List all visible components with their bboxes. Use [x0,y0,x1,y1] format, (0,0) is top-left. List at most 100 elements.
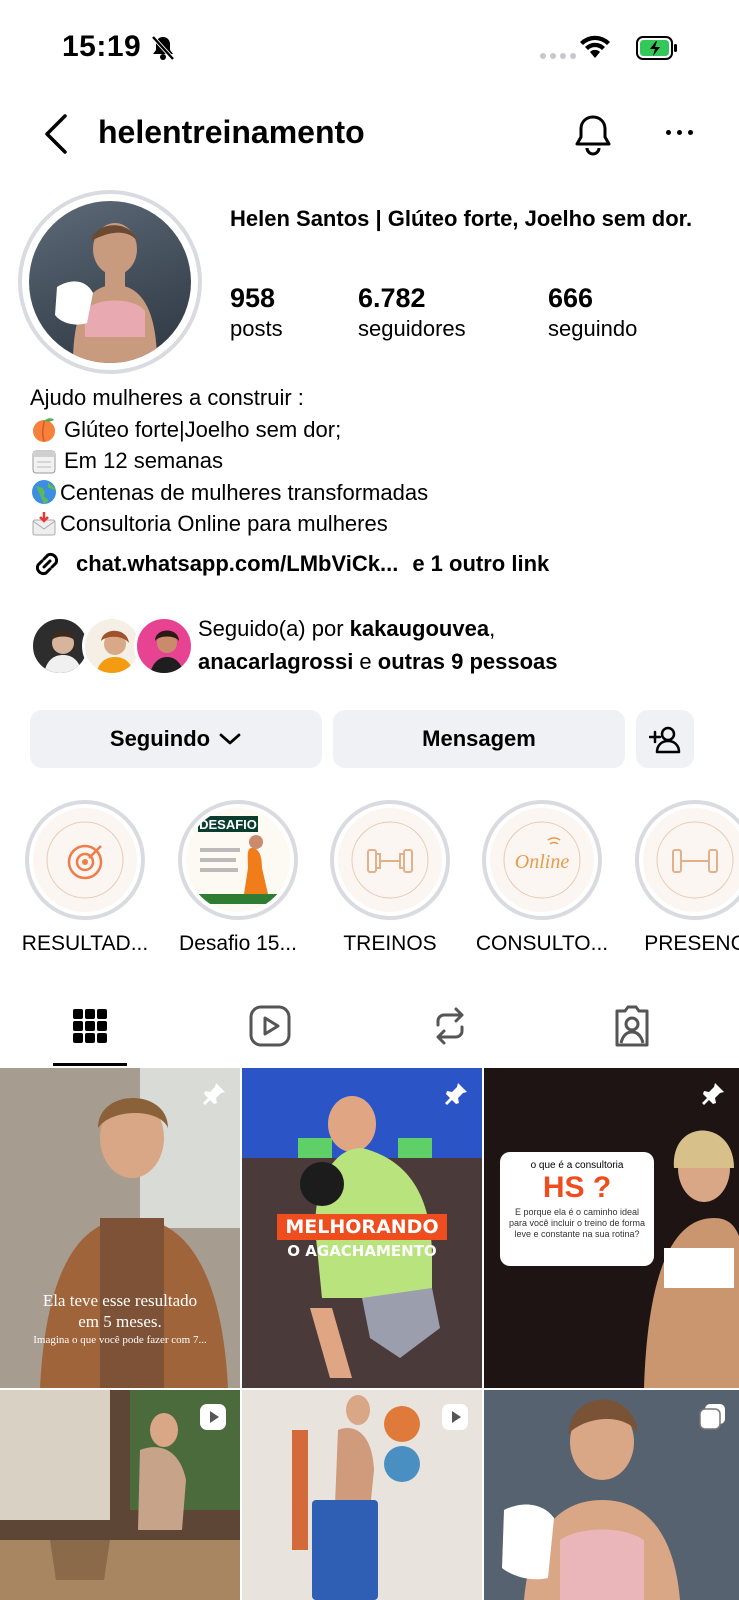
post-subcaption: Imagina o que você pode fazer com 7... [33,1334,207,1346]
tagged-icon [615,1005,649,1047]
bio-text: Em 12 semanas [64,448,223,473]
chevron-down-icon [219,733,241,745]
highlight-treinos[interactable]: TREINOS [320,800,460,956]
mutual-followers-avatars[interactable] [30,616,194,678]
link-extra[interactable]: e 1 outro link [412,551,549,577]
wifi-icon [578,34,612,65]
post-caption: Ela teve esse resultado em 5 meses. [42,1291,198,1331]
highlight-label: TREINOS [343,932,437,955]
pinned-icon [200,1080,228,1113]
highlight-ring: Online [482,800,602,920]
notifications-button[interactable] [572,112,614,161]
carousel-icon [697,1402,727,1437]
post-caption-2: O AGACHAMENTO [287,1242,437,1260]
story-highlights: RESULTAD... DESAFIO Desafio 15... TREINO… [0,800,739,960]
pinned-icon [699,1080,727,1113]
suggest-users-button[interactable] [636,710,694,768]
mutual-others[interactable]: outras 9 pessoas [378,649,558,674]
svg-text:Online: Online [515,851,570,873]
posts-count[interactable]: 958 posts [230,283,283,342]
avatar [30,616,90,676]
tab-tagged[interactable] [572,985,692,1067]
post-caption: MELHORANDO [277,1214,447,1240]
following-button[interactable]: Seguindo [30,710,322,768]
profile-display-name: Helen Santos | Glúteo forte, Joelho sem … [230,206,693,231]
link-icon [35,552,59,576]
profile-header: helentreinamento [0,100,739,170]
profile-link[interactable]: chat.whatsapp.com/LMbViCk... e 1 outro l… [30,547,549,581]
avatar [82,616,142,676]
bell-icon [575,115,611,156]
grid-post[interactable]: MELHORANDO O AGACHAMENTO [242,1068,482,1388]
highlight-ring [330,800,450,920]
pinned-icon [442,1080,470,1113]
status-bar: 15:19 [0,0,739,100]
bio-line: Ajudo mulheres a construir : [30,382,720,414]
profile-stats: 958 posts 6.782 seguidores 666 seguindo [230,283,710,353]
cellular-signal-icon [540,53,576,59]
highlight-ring: DESAFIO [178,800,298,920]
highlight-resultados[interactable]: RESULTAD... [15,800,155,956]
highlight-label: PRESENC [644,932,739,955]
avatar [134,616,194,676]
mutual-user-2[interactable]: anacarlagrossi [198,649,353,674]
status-time: 15:19 [62,30,142,63]
followed-by-text[interactable]: Seguido(a) por kakaugouvea, anacarlagros… [198,612,718,678]
globe-emoji-icon [32,480,56,505]
following-count[interactable]: 666 seguindo [548,283,637,342]
highlight-ring [635,800,739,920]
post-card-title: HS ? [542,1171,612,1204]
post-info-card: o que é a consultoria HS ? E porque ela … [500,1152,654,1266]
followed-by-prefix: Seguido(a) por [198,616,350,641]
tab-reels[interactable] [210,985,330,1067]
grid-post[interactable]: Ela teve esse resultado em 5 meses. Imag… [0,1068,240,1388]
back-button[interactable] [36,112,76,156]
following-label: seguindo [548,316,638,341]
avatar [29,201,191,363]
bell-off-icon [150,34,176,67]
more-options-button[interactable] [666,122,693,143]
back-arrow-icon [45,114,67,154]
reel-icon [440,1402,470,1437]
profile-tabs [0,985,739,1067]
envelope-emoji-icon [32,511,56,536]
followers-count[interactable]: 6.782 seguidores [358,283,466,342]
profile-avatar-ring[interactable] [18,190,202,374]
reels-icon [249,1005,291,1047]
grid-post[interactable] [0,1390,240,1600]
bio-text: Consultoria Online para mulheres [60,511,388,536]
posts-grid: Ela teve esse resultado em 5 meses. Imag… [0,1068,739,1600]
tab-posts[interactable] [30,985,150,1067]
highlight-cover: DESAFIO [186,808,290,912]
message-button[interactable]: Mensagem [333,710,625,768]
highlight-cover: Online [490,808,594,912]
link-url[interactable]: chat.whatsapp.com/LMbViCk... [76,551,398,577]
add-user-icon [649,726,681,754]
active-tab-indicator [53,1063,127,1066]
followed-by-comma: , [489,616,496,641]
repost-icon [436,1007,464,1045]
bio-line: Centenas de mulheres transformadas [30,477,720,509]
highlight-cover [33,808,137,912]
highlight-presencial[interactable]: PRESENC [625,800,739,956]
grid-post[interactable]: o que é a consultoria HS ? E porque ela … [484,1068,739,1388]
highlight-label: Desafio 15... [179,932,297,955]
grid-post[interactable] [242,1390,482,1600]
post-card-question: o que é a consultoria [530,1160,624,1171]
mutual-user-1[interactable]: kakaugouvea [350,616,489,641]
posts-label: posts [230,316,283,341]
post-card-body: E porque ela é o caminho ideal para você… [508,1207,646,1239]
highlight-cover [643,808,739,912]
highlight-consultoria[interactable]: Online CONSULTO... [472,800,612,956]
tab-reposts[interactable] [390,985,510,1067]
following-number: 666 [548,283,594,313]
bio-text: Centenas de mulheres transformadas [60,479,429,505]
highlight-desafio[interactable]: DESAFIO Desafio 15... [168,800,308,956]
bio-line: Glúteo forte|Joelho sem dor; [30,414,720,446]
grid-icon [73,1009,107,1043]
battery-charging-icon [636,36,678,65]
grid-post[interactable] [484,1390,739,1600]
highlight-cover [338,808,442,912]
bio-line: Consultoria Online para mulheres [30,508,720,540]
followers-number: 6.782 [358,283,426,313]
